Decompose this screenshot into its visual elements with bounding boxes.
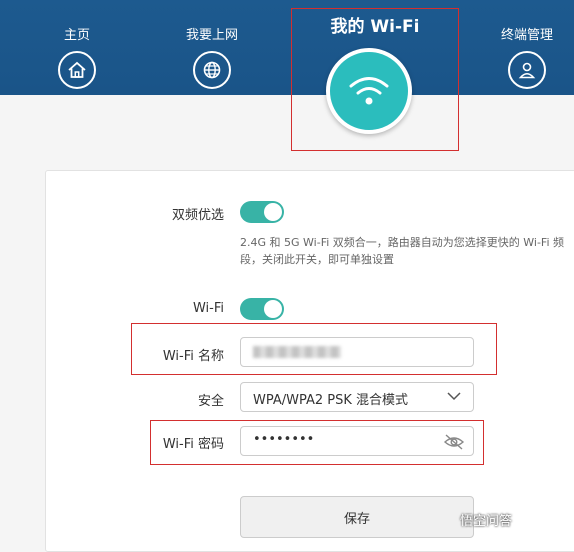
watermark-text: 悟空问答 [460, 514, 513, 529]
eye-off-icon[interactable] [443, 433, 465, 451]
dual-band-label: 双频优选 [171, 208, 224, 223]
nav-internet[interactable]: 我要上网 [176, 24, 248, 89]
save-button[interactable]: 保存 [240, 496, 474, 538]
wifi-icon [349, 77, 389, 105]
wifi-name-field[interactable] [240, 337, 474, 367]
home-icon [58, 51, 96, 89]
nav-mywifi[interactable] [326, 48, 412, 134]
globe-icon [193, 51, 231, 89]
top-navigation-bar: 主页 我要上网 终端管理 [0, 0, 574, 95]
wifi-label: Wi-Fi [192, 301, 224, 316]
wifi-toggle[interactable] [240, 298, 284, 320]
wifi-password-field[interactable]: •••••••• [240, 426, 474, 456]
watermark: 悟空问答 [460, 510, 512, 529]
wifi-name-label: Wi-Fi 名称 [162, 349, 224, 364]
dual-band-description: 2.4G 和 5G Wi-Fi 双频合一，路由器自动为您选择更快的 Wi-Fi … [240, 236, 565, 266]
security-select[interactable]: WPA/WPA2 PSK 混合模式 [240, 382, 474, 412]
security-select-value: WPA/WPA2 PSK 混合模式 [253, 393, 409, 408]
wifi-password-label: Wi-Fi 密码 [162, 437, 224, 452]
dual-band-toggle[interactable] [240, 201, 284, 223]
security-label: 安全 [197, 394, 224, 409]
nav-terminal-management[interactable]: 终端管理 [492, 24, 562, 89]
user-icon [508, 51, 546, 89]
nav-mywifi-label[interactable]: 我的 Wi-Fi [292, 12, 458, 37]
dual-band-toggle-knob [264, 203, 282, 221]
wifi-name-value-blurred [253, 346, 341, 358]
wifi-password-value: •••••••• [253, 432, 315, 447]
nav-terminal-label: 终端管理 [500, 28, 553, 43]
nav-home[interactable]: 主页 [52, 24, 102, 89]
nav-home-label: 主页 [63, 28, 90, 43]
nav-internet-label: 我要上网 [185, 28, 238, 43]
chevron-down-icon [447, 392, 461, 401]
wifi-toggle-knob [264, 300, 282, 318]
